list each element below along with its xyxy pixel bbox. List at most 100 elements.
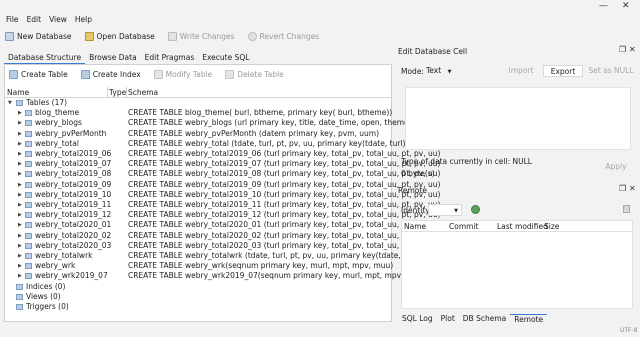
- menu-view[interactable]: View: [49, 15, 67, 24]
- remote-column-commit[interactable]: Commit: [449, 222, 478, 231]
- expand-arrow-icon[interactable]: ▶: [18, 169, 22, 179]
- collapse-arrow-icon[interactable]: ▼: [8, 98, 12, 108]
- table-row[interactable]: ▶ webry_blogs CREATE TABLE webry_blogs (ur…: [5, 118, 412, 128]
- column-name[interactable]: Name: [7, 88, 29, 97]
- table-row[interactable]: ▶ webry_total2019_11 CREATE TABLE webry_to…: [5, 200, 440, 210]
- expand-arrow-icon[interactable]: ▶: [18, 251, 22, 261]
- expand-arrow-icon[interactable]: ▶: [18, 180, 22, 190]
- mode-select[interactable]: Text ▼: [423, 65, 455, 77]
- table-row[interactable]: ▶ webry_total2019_09 CREATE TABLE webry_to…: [5, 180, 440, 190]
- tree-group-triggers[interactable]: Triggers (0): [5, 302, 391, 312]
- export-button[interactable]: Export: [543, 65, 583, 77]
- float-panel-icon[interactable]: ❐: [619, 45, 626, 54]
- tab-execute-sql[interactable]: Execute SQL: [198, 53, 253, 64]
- table-row[interactable]: ▶ webry_total2020_03 CREATE TABLE webry_to…: [5, 241, 440, 251]
- table-row[interactable]: ▶ webry_total2019_07 CREATE TABLE webry_to…: [5, 159, 440, 169]
- tree-item-name: Views (0): [26, 292, 61, 301]
- modify-table-button[interactable]: Modify Table: [153, 69, 213, 79]
- expand-arrow-icon[interactable]: ▶: [18, 200, 22, 210]
- remote-column-last-modified[interactable]: Last modified: [497, 222, 548, 231]
- expand-arrow-icon[interactable]: ▶: [18, 118, 22, 128]
- table-row[interactable]: ▶ webry_total CREATE TABLE webry_total (td…: [5, 139, 408, 149]
- menubar: File Edit View Help: [0, 12, 640, 26]
- table-row[interactable]: ▶ webry_total2019_12 CREATE TABLE webry_to…: [5, 210, 440, 220]
- expand-arrow-icon[interactable]: ▶: [18, 241, 22, 251]
- mode-label: Mode:: [401, 67, 424, 76]
- menu-help[interactable]: Help: [75, 15, 92, 24]
- delete-table-button[interactable]: Delete Table: [225, 69, 284, 79]
- clone-icon[interactable]: [623, 205, 630, 213]
- new-database-button[interactable]: New Database: [5, 31, 72, 41]
- import-button[interactable]: Import: [506, 65, 536, 77]
- expand-arrow-icon[interactable]: ▶: [18, 261, 22, 271]
- tab-database-structure[interactable]: Database Structure: [4, 53, 86, 64]
- close-panel-icon[interactable]: ✕: [629, 184, 636, 193]
- expand-arrow-icon[interactable]: ▶: [18, 149, 22, 159]
- table-row[interactable]: ▶ webry_wrk2019_07 CREATE TABLE webry_wrk2…: [5, 271, 426, 281]
- create-table-button[interactable]: Create Table: [9, 69, 68, 79]
- identity-label: Identity: [401, 206, 430, 215]
- float-panel-icon[interactable]: ❐: [619, 184, 626, 193]
- expand-arrow-icon[interactable]: ▶: [18, 210, 22, 220]
- revert-changes-icon: [247, 31, 257, 41]
- menu-edit[interactable]: Edit: [27, 15, 42, 24]
- tab-edit-pragmas[interactable]: Edit Pragmas: [141, 53, 199, 64]
- apply-button[interactable]: Apply: [602, 161, 630, 173]
- menu-file[interactable]: File: [6, 15, 19, 24]
- write-changes-icon: [167, 31, 177, 41]
- tree-item-name: webry_total2019_12: [35, 210, 112, 219]
- table-row[interactable]: ▶ webry_totalwrk CREATE TABLE webry_totalw…: [5, 251, 422, 261]
- remote-column-size[interactable]: Size: [544, 222, 559, 231]
- modify-table-label: Modify Table: [165, 69, 213, 79]
- tab-remote[interactable]: Remote: [510, 314, 548, 324]
- table-row[interactable]: ▶ webry_total2019_06 CREATE TABLE webry_to…: [5, 149, 440, 159]
- expand-arrow-icon[interactable]: ▶: [18, 159, 22, 169]
- expand-arrow-icon[interactable]: ▶: [18, 190, 22, 200]
- close-panel-icon[interactable]: ✕: [629, 45, 636, 54]
- table-row[interactable]: ▶ webry_pvPerMonth CREATE TABLE webry_pvPe…: [5, 129, 391, 139]
- set-null-button[interactable]: Set as NULL: [588, 65, 634, 77]
- table-row[interactable]: ▶ webry_total2020_01 CREATE TABLE webry_to…: [5, 220, 440, 230]
- tab-browse-data[interactable]: Browse Data: [85, 53, 141, 64]
- cell-editor[interactable]: [405, 87, 631, 150]
- write-changes-button[interactable]: Write Changes: [167, 31, 235, 41]
- tree-item-name: webry_blogs: [35, 118, 82, 127]
- expand-arrow-icon[interactable]: ▶: [18, 129, 22, 139]
- expand-arrow-icon[interactable]: ▶: [18, 231, 22, 241]
- tree-item-schema: CREATE TABLE webry_wrk2019_07(seqnum pri…: [128, 271, 426, 280]
- connect-icon[interactable]: [471, 205, 480, 214]
- tab-plot[interactable]: Plot: [437, 314, 459, 324]
- remote-column-name[interactable]: Name: [404, 222, 426, 231]
- expand-arrow-icon[interactable]: ▶: [18, 220, 22, 230]
- tree-group-tables[interactable]: ▼ Tables (17): [5, 98, 391, 108]
- identity-select[interactable]: ▼: [428, 204, 462, 216]
- column-type[interactable]: Type: [109, 88, 126, 97]
- main-tabs: Database Structure Browse Data Edit Prag…: [4, 53, 253, 64]
- tree-group-views[interactable]: Views (0): [5, 292, 391, 302]
- tree-item-schema: CREATE TABLE webry_total2019_08 (turl pr…: [128, 169, 441, 178]
- tree-item-name: webry_total2020_03: [35, 241, 112, 250]
- cell-size-text: 0 byte(s): [401, 169, 435, 178]
- tab-sql-log[interactable]: SQL Log: [398, 314, 437, 324]
- table-row[interactable]: ▶ webry_total2020_02 CREATE TABLE webry_to…: [5, 231, 440, 241]
- tree-item-name: webry_totalwrk: [35, 251, 93, 260]
- new-database-icon: [5, 31, 14, 41]
- tab-db-schema[interactable]: DB Schema: [459, 314, 510, 324]
- revert-changes-button[interactable]: Revert Changes: [247, 31, 319, 41]
- table-row[interactable]: ▶ webry_wrk CREATE TABLE webry_wrk(seqnum …: [5, 261, 393, 271]
- open-database-button[interactable]: Open Database: [84, 31, 155, 41]
- column-schema[interactable]: Schema: [128, 88, 158, 97]
- tree-item-name: webry_total2019_06: [35, 149, 112, 158]
- create-index-label: Create Index: [92, 69, 141, 79]
- expand-arrow-icon[interactable]: ▶: [18, 271, 22, 281]
- create-index-button[interactable]: Create Index: [80, 69, 141, 79]
- table-row[interactable]: ▶ webry_total2019_08 CREATE TABLE webry_to…: [5, 169, 440, 179]
- structure-toolbar: Create Table Create Index Modify Table D…: [4, 67, 292, 81]
- tree-group-indices[interactable]: Indices (0): [5, 282, 391, 292]
- expand-arrow-icon[interactable]: ▶: [18, 139, 22, 149]
- table-row[interactable]: ▶ webry_total2019_10 CREATE TABLE webry_to…: [5, 190, 440, 200]
- minimize-icon[interactable]: —: [599, 1, 608, 11]
- table-row[interactable]: ▶ blog_theme CREATE TABLE blog_theme( burl…: [5, 108, 392, 118]
- expand-arrow-icon[interactable]: ▶: [18, 108, 22, 118]
- close-icon[interactable]: ✕: [622, 1, 630, 11]
